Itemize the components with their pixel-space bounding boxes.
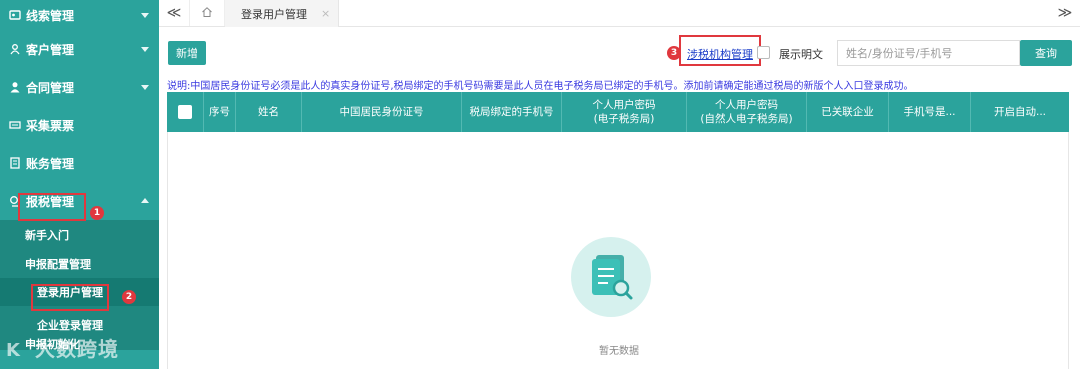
- sidebar-item-enterprise-login[interactable]: 企业登录管理: [0, 306, 159, 336]
- scroll-tabs-left-button[interactable]: ≪: [159, 0, 189, 26]
- sidebar-item-customers[interactable]: 客户管理: [0, 30, 159, 68]
- sidebar-item-label: 线索管理: [26, 8, 75, 23]
- column-header: 个人用户密码 (电子税务局): [562, 92, 687, 132]
- main-content: 新增 3 涉税机构管理 展示明文 姓名/身份证号/手机号 查询 说明:中国居民身…: [159, 28, 1080, 369]
- show-plain-checkbox[interactable]: [757, 46, 770, 59]
- sidebar-item-label: 账务管理: [26, 156, 75, 171]
- table-header: 序号 姓名 中国居民身份证号 税局绑定的手机号 个人用户密码 (电子税务局) 个人…: [167, 92, 1069, 132]
- search-button[interactable]: 查询: [1020, 40, 1072, 66]
- sidebar-item-tax[interactable]: 报税管理: [0, 182, 159, 220]
- user-group-icon: [8, 42, 22, 56]
- annotation-badge-2: 2: [122, 290, 136, 304]
- document-search-icon: [592, 255, 633, 300]
- chevron-down-icon: [141, 13, 149, 18]
- home-icon: [201, 6, 213, 21]
- sidebar-item-label: 报税管理: [26, 194, 75, 209]
- sidebar-item-accounting[interactable]: 账务管理: [0, 144, 159, 182]
- sidebar-item-label: 采集票票: [26, 118, 75, 133]
- sidebar-item-label: 客户管理: [26, 42, 75, 57]
- user-icon: [8, 80, 22, 94]
- ticket-icon: [8, 118, 22, 132]
- sidebar-item-label: 企业登录管理: [37, 319, 103, 332]
- watermark-k-icon: K: [6, 340, 21, 361]
- close-icon[interactable]: ×: [321, 7, 330, 20]
- sidebar-item-leads[interactable]: 线索管理: [0, 0, 159, 30]
- notice-text: 说明:中国居民身份证号必须是此人的真实身份证号,税局绑定的手机号码需要是此人员在…: [167, 81, 914, 92]
- ledger-icon: [8, 156, 22, 170]
- sidebar-item-tickets[interactable]: 采集票票: [0, 106, 159, 144]
- sidebar-item-contracts[interactable]: 合同管理: [0, 68, 159, 106]
- column-header: 中国居民身份证号: [302, 92, 462, 132]
- chevron-down-icon: [141, 85, 149, 90]
- column-header: 个人用户密码 (自然人电子税务局): [687, 92, 807, 132]
- sidebar-item-label: 登录用户管理: [37, 286, 103, 299]
- scroll-tabs-right-button[interactable]: ≫: [1050, 0, 1080, 26]
- chevron-up-icon: [141, 198, 149, 203]
- sidebar-item-label: 合同管理: [26, 80, 75, 95]
- search-input[interactable]: 姓名/身份证号/手机号: [837, 40, 1020, 66]
- column-header: 手机号是...: [889, 92, 971, 132]
- sidebar-item-login-users[interactable]: 登录用户管理: [0, 278, 159, 306]
- watermark-text: 大数跨境: [34, 337, 119, 361]
- contact-card-icon: [8, 8, 22, 22]
- chevron-down-icon: [141, 47, 149, 52]
- tab-bar: ≪ 登录用户管理 × ≫: [159, 0, 1080, 27]
- tax-icon: [8, 194, 22, 208]
- show-plain-label: 展示明文: [779, 48, 823, 61]
- tab-label: 登录用户管理: [241, 7, 307, 21]
- sidebar-item-guide[interactable]: 新手入门: [0, 220, 159, 250]
- empty-data-illustration: [571, 237, 651, 317]
- empty-data-text: 暂无数据: [599, 346, 639, 357]
- select-all-column[interactable]: [167, 92, 204, 132]
- tax-submenu: 新手入门 申报配置管理 登录用户管理 企业登录管理 申报初始化: [0, 220, 159, 351]
- annotation-badge-3: 3: [667, 46, 681, 60]
- table-body: 暂无数据: [167, 132, 1069, 369]
- home-tab[interactable]: [189, 0, 225, 26]
- tax-agency-link[interactable]: 涉税机构管理: [687, 46, 753, 62]
- tab-login-users[interactable]: 登录用户管理 ×: [225, 0, 339, 27]
- select-all-checkbox[interactable]: [178, 105, 192, 119]
- column-header: 已关联企业: [807, 92, 889, 132]
- watermark-logo: K 大数跨境: [6, 333, 119, 362]
- sidebar-item-declare-config[interactable]: 申报配置管理: [0, 250, 159, 278]
- column-header: 序号: [204, 92, 236, 132]
- sidebar: 线索管理 客户管理 合同管理 采集票票 账务管理 报税管理 新手入门 申报配置管…: [0, 0, 159, 369]
- sidebar-item-label: 新手入门: [25, 229, 69, 242]
- sidebar-item-label: 申报配置管理: [25, 258, 91, 271]
- column-header: 姓名: [236, 92, 302, 132]
- column-header: 税局绑定的手机号: [462, 92, 562, 132]
- annotation-badge-1: 1: [90, 206, 104, 220]
- column-header: 开启自动...: [993, 106, 1046, 118]
- add-button[interactable]: 新增: [168, 41, 206, 65]
